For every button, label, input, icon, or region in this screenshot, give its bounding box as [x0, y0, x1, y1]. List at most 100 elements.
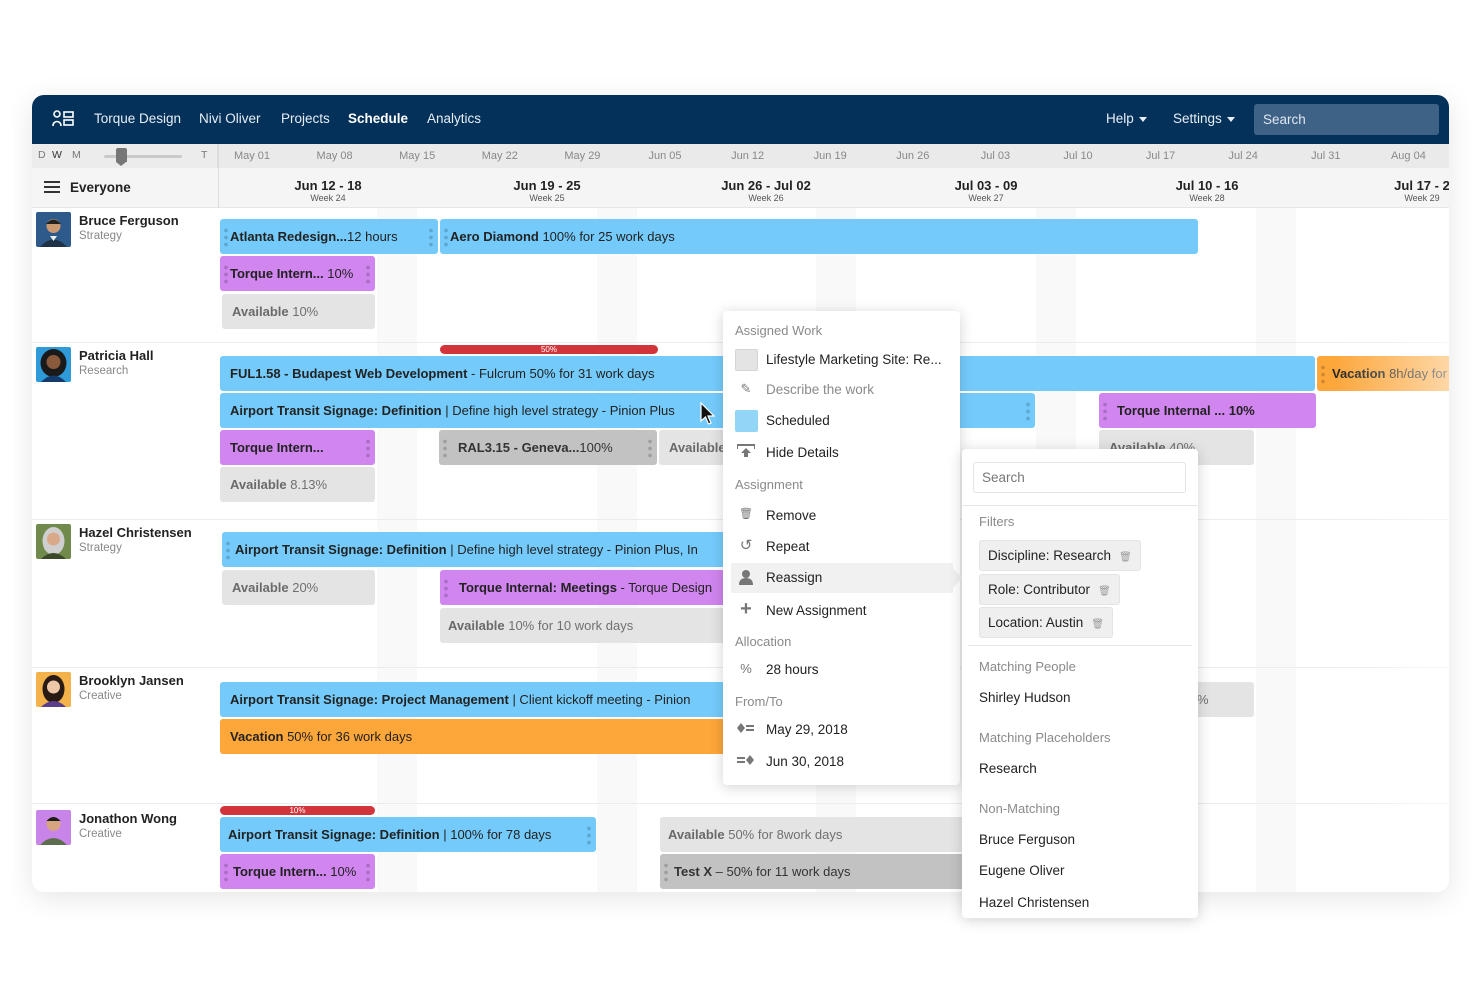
collapse-up-icon	[736, 444, 756, 462]
avatar[interactable]	[36, 347, 71, 382]
ruler-date-tick: May 22	[481, 150, 518, 162]
bar-title: Available	[230, 477, 287, 492]
ruler-date-tick: Aug 04	[1390, 150, 1426, 162]
trash-icon[interactable]: 🗑	[1119, 543, 1132, 572]
bar-detail: | 100% for 78 days	[439, 827, 552, 842]
assignment-bar[interactable]: Torque Internal: Meetings - Torque Desig…	[440, 570, 770, 605]
nav-link-schedule[interactable]: Schedule	[348, 111, 408, 126]
assignment-bar[interactable]: Airport Transit Signage: Project Managem…	[220, 682, 770, 717]
assignment-bar[interactable]: Aero Diamond 100% for 25 work days	[440, 219, 1198, 254]
assignment-bar[interactable]: Airport Transit Signage: Definition | De…	[222, 532, 772, 567]
filter-chip[interactable]: Location: Austin 🗑	[979, 607, 1114, 639]
reassign-search-input[interactable]	[973, 462, 1186, 493]
zoom-month-option[interactable]: M	[72, 149, 81, 161]
zoom-control: D W M T	[32, 144, 218, 168]
person-name[interactable]: Brooklyn Jansen	[79, 673, 184, 688]
repeat-button[interactable]: ↺ Repeat	[723, 532, 960, 562]
mouse-cursor-icon	[700, 402, 716, 425]
bar-title: Available	[669, 440, 726, 455]
assignment-bar[interactable]: Airport Transit Signage: Definition | 10…	[220, 817, 596, 852]
bar-detail: | Define high level strategy - Pinion Pl…	[446, 542, 698, 557]
today-button[interactable]: T	[201, 149, 207, 161]
filter-chip[interactable]: Role: Contributor 🗑	[979, 574, 1120, 605]
filters-heading: Filters	[979, 514, 1015, 529]
person-name[interactable]: Hazel Christensen	[79, 525, 192, 540]
allocation-field[interactable]: % 28 hours	[723, 655, 960, 685]
assignment-bar[interactable]: Torque Intern... 10%	[220, 854, 375, 889]
person-name[interactable]: Patricia Hall	[79, 348, 153, 363]
remove-label: Remove	[766, 508, 817, 523]
bar-title: Atlanta Redesign...	[230, 229, 348, 244]
filter-chip[interactable]: Discipline: Research 🗑	[979, 540, 1141, 571]
project-picker[interactable]: Lifestyle Marketing Site: Re...	[723, 345, 960, 375]
avatar[interactable]	[36, 672, 71, 707]
ruler-date-tick: May 08	[316, 150, 353, 162]
availability-bar[interactable]: Available 10% for 10 work days	[440, 608, 770, 643]
end-date-field[interactable]: Jun 30, 2018	[723, 747, 960, 777]
new-assignment-button[interactable]: + New Assignment	[723, 596, 960, 626]
describe-work-field[interactable]: ✎ Describe the work	[723, 375, 960, 405]
week-column-header: Jul 03 - 09 Week 27	[955, 178, 1018, 203]
person-option[interactable]: Hazel Christensen	[979, 895, 1089, 910]
assignment-bar[interactable]: RAL3.15 - Geneva...100%	[439, 430, 657, 465]
ruler-date-tick: Jun 12	[731, 150, 765, 162]
nav-link-torque-design[interactable]: Torque Design	[94, 111, 181, 126]
zoom-day-option[interactable]: D	[38, 149, 46, 161]
avatar[interactable]	[36, 524, 71, 559]
assignment-bar[interactable]: Test X – 50% for 11 work days	[660, 854, 970, 889]
bar-title: Torque Internal: Meetings	[459, 580, 617, 595]
vacation-bar[interactable]: Vacation 50% for 36 work days	[220, 719, 770, 754]
bar-detail: %	[1197, 692, 1209, 707]
plus-icon: +	[740, 598, 752, 620]
avatar[interactable]	[36, 810, 71, 845]
availability-bar[interactable]: Available 8.13%	[220, 467, 375, 502]
person-option[interactable]: Bruce Ferguson	[979, 832, 1075, 847]
availability-bar[interactable]: Available 50% for 8work days	[660, 817, 970, 852]
bar-detail: 10%	[326, 864, 357, 879]
global-search-input[interactable]	[1254, 104, 1439, 135]
hamburger-menu-icon[interactable]	[44, 181, 60, 193]
ruler-date-tick: May 15	[399, 150, 436, 162]
nav-link-nivi-oliver[interactable]: Nivi Oliver	[199, 111, 261, 126]
person-name[interactable]: Bruce Ferguson	[79, 213, 179, 228]
trash-icon[interactable]: 🗑	[1091, 610, 1104, 639]
nav-link-analytics[interactable]: Analytics	[427, 111, 481, 126]
reassign-button[interactable]: Reassign	[731, 563, 953, 593]
hide-details-button[interactable]: Hide Details	[723, 438, 960, 468]
zoom-slider-thumb[interactable]	[116, 148, 127, 166]
week-range: Jul 03 - 09	[954, 178, 1018, 193]
start-date-value: May 29, 2018	[766, 722, 848, 737]
divider	[968, 645, 1192, 646]
trash-icon: 🗑	[739, 508, 753, 520]
person-option[interactable]: Eugene Oliver	[979, 863, 1065, 878]
settings-dropdown[interactable]: Settings	[1173, 111, 1235, 126]
bar-detail: 20%	[288, 580, 319, 595]
help-dropdown[interactable]: Help	[1106, 111, 1147, 126]
ruler-date-tick: May 29	[564, 150, 601, 162]
avatar[interactable]	[36, 212, 71, 247]
person-name[interactable]: Jonathon Wong	[79, 811, 177, 826]
assignment-bar[interactable]: Torque Intern...	[220, 430, 375, 465]
nav-link-projects[interactable]: Projects	[281, 111, 330, 126]
people-board-icon[interactable]	[52, 110, 74, 128]
placeholder-option[interactable]: Research	[979, 761, 1037, 776]
overallocation-indicator: 50%	[440, 345, 658, 354]
start-date-field[interactable]: May 29, 2018	[723, 715, 960, 745]
remove-button[interactable]: 🗑 Remove	[723, 501, 960, 531]
availability-bar[interactable]: Available 20%	[222, 570, 375, 605]
bar-title: Torque Intern...	[230, 440, 324, 455]
assignment-bar[interactable]: Torque Intern... 10%	[220, 256, 375, 291]
column-divider	[218, 144, 219, 208]
assignment-bar[interactable]: Torque Internal ... 10%	[1099, 393, 1316, 428]
week-header: Everyone Jun 12 - 18 Week 24 Jun 19 - 25 W…	[32, 168, 1449, 208]
assignment-bar[interactable]: Atlanta Redesign...12 hours	[220, 219, 438, 254]
vacation-bar[interactable]: Vacation 8h/day for	[1317, 356, 1449, 391]
bar-title: Available	[448, 618, 505, 633]
person-option[interactable]: Shirley Hudson	[979, 690, 1071, 705]
availability-bar[interactable]: Available 10%	[222, 294, 375, 329]
zoom-week-option[interactable]: W	[52, 149, 62, 161]
people-filter-menu[interactable]: Everyone	[44, 180, 131, 195]
status-picker[interactable]: Scheduled	[723, 406, 960, 436]
filter-chip-label: Role: Contributor	[988, 582, 1091, 597]
trash-icon[interactable]: 🗑	[1098, 577, 1111, 606]
